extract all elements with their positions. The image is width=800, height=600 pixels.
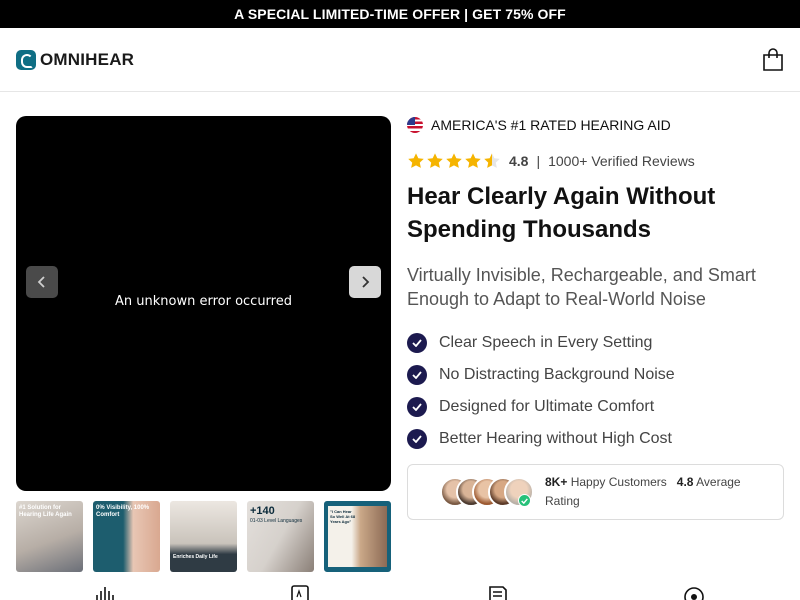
divider: | bbox=[536, 153, 541, 169]
feature-item: Designed for Ultimate Comfort bbox=[407, 391, 675, 423]
feature-label: Clear Speech in Every Setting bbox=[439, 334, 653, 351]
social-proof-text: 8K+ Happy Customers 4.8 Average Rating bbox=[545, 473, 765, 511]
customer-avatars bbox=[440, 476, 535, 508]
feature-item: No Distracting Background Noise bbox=[407, 359, 675, 391]
feature-item: Clear Speech in Every Setting bbox=[407, 327, 675, 359]
thumbnail[interactable]: 0% Visibility, 100% Comfort bbox=[93, 501, 160, 572]
rating-summary[interactable]: 4.8 | 1000+ Verified Reviews bbox=[407, 152, 695, 170]
brand-name: OMNIHEAR bbox=[40, 49, 135, 69]
document-icon bbox=[489, 586, 507, 600]
feature-list: Clear Speech in Every Setting No Distrac… bbox=[407, 327, 675, 455]
feature-label: Designed for Ultimate Comfort bbox=[439, 398, 655, 415]
site-header: OMNIHEAR bbox=[0, 28, 800, 92]
feature-label: Better Hearing without High Cost bbox=[439, 430, 672, 447]
benefit-icons-row bbox=[0, 585, 800, 600]
thumbnail-caption: 0% Visibility, 100% Comfort bbox=[96, 505, 150, 518]
thumbnail-caption: Enriches Daily Life bbox=[173, 554, 218, 560]
customers-label: Happy Customers bbox=[570, 475, 667, 489]
us-flag-icon bbox=[407, 117, 423, 133]
thumbnail-subcaption: 01-03 Level Languages bbox=[250, 518, 303, 524]
ai-chip-icon bbox=[291, 585, 309, 600]
rating-badge: AMERICA'S #1 RATED HEARING AID bbox=[407, 117, 671, 133]
rating-value: 4.8 bbox=[509, 153, 529, 169]
brand-logo[interactable]: OMNIHEAR bbox=[16, 49, 135, 70]
ear-logo-icon bbox=[16, 49, 36, 70]
check-icon bbox=[407, 429, 427, 449]
check-icon bbox=[407, 333, 427, 353]
chevron-left-icon bbox=[37, 276, 45, 288]
star-icon bbox=[408, 153, 424, 168]
star-icon bbox=[446, 153, 462, 168]
verified-check-icon bbox=[518, 494, 531, 507]
gallery-thumbnails: #1 Solution for Hearing Life Again 0% Vi… bbox=[16, 501, 391, 572]
check-icon bbox=[407, 397, 427, 417]
reviews-count: 1000+ Verified Reviews bbox=[548, 153, 695, 169]
thumbnail[interactable]: Enriches Daily Life bbox=[170, 501, 237, 572]
feature-label: No Distracting Background Noise bbox=[439, 366, 675, 383]
average-rating: 4.8 bbox=[676, 475, 694, 489]
chevron-right-icon bbox=[362, 276, 370, 288]
social-proof-card: 8K+ Happy Customers 4.8 Average Rating bbox=[407, 464, 784, 520]
thumbnail[interactable]: #1 Solution for Hearing Life Again bbox=[16, 501, 83, 572]
shopping-bag-icon[interactable] bbox=[762, 47, 784, 72]
star-icon bbox=[427, 153, 443, 168]
thumbnail-caption: +140 bbox=[250, 505, 275, 517]
product-headline: Hear Clearly Again Without Spending Thou… bbox=[407, 183, 716, 243]
video-error-message: An unknown error occurred bbox=[115, 294, 292, 309]
promo-text: A SPECIAL LIMITED-TIME OFFER | GET 75% O… bbox=[234, 6, 566, 22]
gallery-next-button[interactable] bbox=[349, 266, 381, 298]
feature-item: Better Hearing without High Cost bbox=[407, 423, 675, 455]
thumbnail[interactable]: +140 01-03 Level Languages bbox=[247, 501, 314, 572]
check-icon bbox=[407, 365, 427, 385]
star-rating bbox=[407, 152, 501, 170]
sound-wave-icon bbox=[96, 587, 114, 600]
target-icon bbox=[684, 587, 704, 600]
thumbnail[interactable]: "I Can Hear So Well At 68 Years Ago" bbox=[324, 501, 391, 572]
product-video-player[interactable]: An unknown error occurred bbox=[16, 116, 391, 491]
thumbnail-caption: #1 Solution for Hearing Life Again bbox=[19, 505, 72, 518]
customers-count: 8K+ bbox=[545, 475, 568, 489]
gallery-prev-button[interactable] bbox=[26, 266, 58, 298]
thumbnail-caption: "I Can Hear So Well At 68 Years Ago" bbox=[330, 509, 356, 524]
promo-banner: A SPECIAL LIMITED-TIME OFFER | GET 75% O… bbox=[0, 0, 800, 28]
product-section: An unknown error occurred #1 Solution fo… bbox=[0, 92, 800, 600]
star-icon bbox=[465, 153, 481, 168]
product-subheadline: Virtually Invisible, Rechargeable, and S… bbox=[407, 265, 756, 309]
badge-text: AMERICA'S #1 RATED HEARING AID bbox=[431, 117, 671, 133]
star-half-icon bbox=[484, 153, 500, 168]
